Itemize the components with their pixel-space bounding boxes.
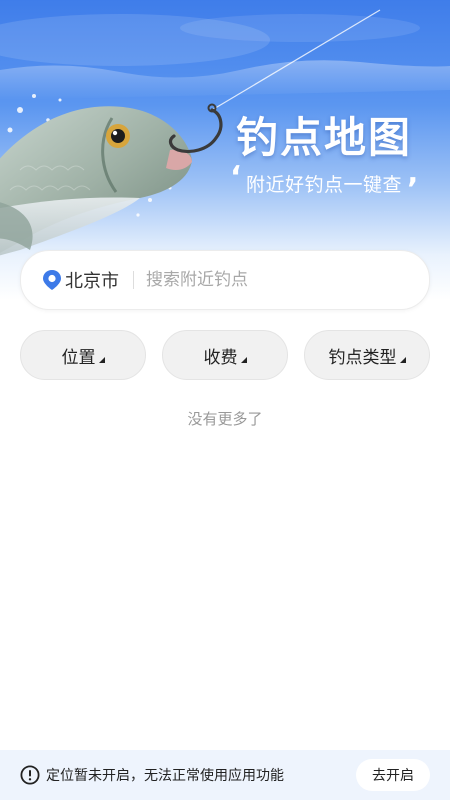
alert-circle-icon bbox=[20, 765, 40, 785]
filter-fee-button[interactable]: 收费 bbox=[162, 330, 288, 380]
search-divider bbox=[133, 271, 134, 289]
search-bar: 北京市 bbox=[20, 250, 430, 310]
filter-spot-type-label: 钓点类型 bbox=[328, 347, 397, 368]
filter-location-button[interactable]: 位置 bbox=[20, 330, 146, 380]
filter-spot-type-button[interactable]: 钓点类型 bbox=[304, 330, 430, 380]
location-pin-icon[interactable] bbox=[41, 269, 63, 291]
quote-close-mark: ’ bbox=[407, 172, 419, 207]
city-selector[interactable]: 北京市 bbox=[65, 267, 119, 293]
caret-down-icon bbox=[240, 348, 247, 368]
filter-bar: 位置 收费 钓点类型 bbox=[20, 330, 430, 380]
filter-location-label: 位置 bbox=[61, 347, 96, 368]
notice-text: 定位暂未开启，无法正常使用应用功能 bbox=[46, 768, 284, 784]
caret-down-icon bbox=[98, 348, 105, 368]
enable-location-button[interactable]: 去开启 bbox=[356, 759, 430, 791]
list-end-message: 没有更多了 bbox=[187, 410, 263, 428]
search-input[interactable] bbox=[146, 270, 366, 290]
hero-subtitle: 附近好钓点一键查 bbox=[246, 174, 403, 196]
hero-title: 钓点地图 bbox=[235, 113, 412, 162]
quote-open-mark: ‘ bbox=[230, 160, 242, 195]
filter-fee-label: 收费 bbox=[203, 347, 238, 368]
location-disabled-notice: 定位暂未开启，无法正常使用应用功能 去开启 bbox=[0, 750, 450, 800]
caret-down-icon bbox=[399, 348, 406, 368]
